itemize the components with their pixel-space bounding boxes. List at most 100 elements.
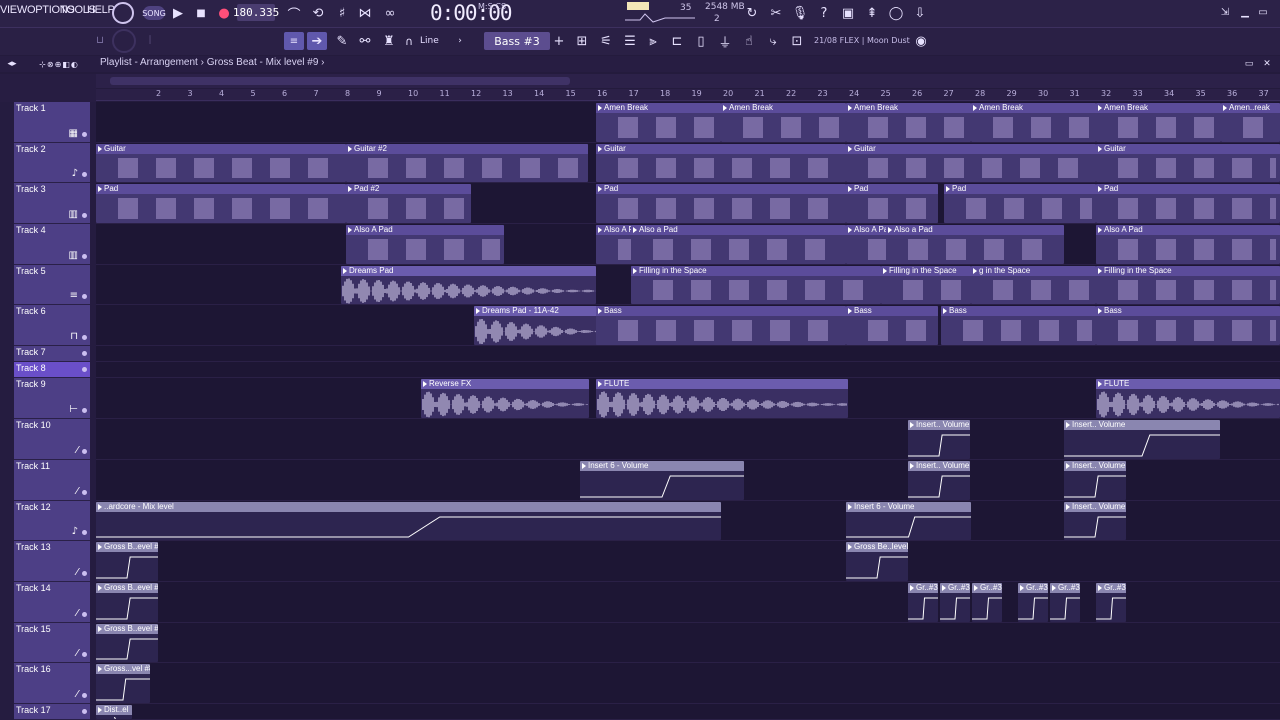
pattern-clip[interactable]: Also a Pad bbox=[631, 225, 846, 264]
automation-clip[interactable]: Gross...vel #8 bbox=[96, 664, 150, 703]
pattern-clip[interactable]: Pad bbox=[846, 184, 938, 223]
track-lane[interactable] bbox=[96, 663, 1280, 704]
track-mute-dot[interactable] bbox=[82, 367, 87, 372]
audio-clip[interactable]: FLUTE bbox=[596, 379, 848, 418]
automation-clip[interactable]: Gr..#3 bbox=[1096, 583, 1126, 622]
track-header[interactable]: Track 17 bbox=[14, 704, 90, 720]
pattern-clip[interactable]: Filling in the Space bbox=[1096, 266, 1280, 304]
window-arrows-icon[interactable]: ◂▸ bbox=[2, 57, 22, 71]
track-header[interactable]: Track 12 ♪ bbox=[14, 501, 90, 541]
track-header[interactable]: Track 13 ⁄ bbox=[14, 541, 90, 582]
pattern-clip[interactable]: Amen Break bbox=[721, 103, 846, 142]
audio-clip[interactable]: FLUTE bbox=[1096, 379, 1280, 418]
audio-clip[interactable]: Dreams Pad bbox=[341, 266, 596, 304]
pattern-clip[interactable]: Guitar bbox=[96, 144, 346, 182]
download-icon[interactable]: ⇩ bbox=[911, 3, 929, 23]
track-header[interactable]: Track 14 ⁄ bbox=[14, 582, 90, 623]
plugin-picker-icon[interactable]: ⏚ bbox=[716, 32, 734, 51]
audio-clip[interactable]: Reverse FX bbox=[421, 379, 589, 418]
track-lane[interactable] bbox=[96, 362, 1280, 378]
playlist-icon[interactable]: ☰ bbox=[621, 32, 639, 50]
automation-clip[interactable]: Gr..#3 bbox=[908, 583, 938, 622]
help-icon[interactable]: ? bbox=[815, 3, 833, 23]
snap-arrow-icon[interactable]: › bbox=[455, 34, 465, 48]
pattern-song-toggle[interactable]: SONG bbox=[142, 6, 166, 20]
automation-clip[interactable]: Gross B..evel #2 bbox=[96, 542, 158, 581]
automation-clip[interactable]: Insert 6 - Volume bbox=[846, 502, 971, 540]
record-icon[interactable]: ● bbox=[216, 4, 232, 22]
track-header[interactable]: Track 10 ⁄ bbox=[14, 419, 90, 460]
track-mute-dot[interactable] bbox=[82, 213, 87, 218]
pattern-clip[interactable]: Amen Break bbox=[596, 103, 721, 142]
add-channel-icon[interactable]: + bbox=[553, 32, 565, 50]
pattern-clip[interactable]: Amen Break bbox=[1096, 103, 1221, 142]
track-mute-dot[interactable] bbox=[82, 612, 87, 617]
automation-clip[interactable]: Insert.. Volume bbox=[1064, 420, 1220, 459]
pattern-clip[interactable]: Guitar bbox=[1096, 144, 1280, 182]
dim-toggle-icon[interactable]: ⊔ bbox=[94, 33, 106, 47]
pattern-clip[interactable]: Amen Break bbox=[971, 103, 1096, 142]
track-mute-dot[interactable] bbox=[82, 709, 87, 714]
track-lane[interactable] bbox=[96, 346, 1280, 362]
pattern-clip[interactable]: Guitar bbox=[596, 144, 846, 182]
channel-rack-icon[interactable]: ⊞ bbox=[573, 32, 591, 50]
minimize-icon[interactable]: ▁ bbox=[1238, 4, 1252, 20]
pitch-icon[interactable]: ᛁ bbox=[145, 33, 155, 47]
menu-help[interactable]: HELP bbox=[87, 4, 115, 16]
cut-icon[interactable]: ✂ bbox=[767, 3, 785, 23]
pattern-clip[interactable]: Guitar #2 bbox=[346, 144, 588, 182]
learn-icon[interactable]: ⤷ bbox=[764, 32, 782, 50]
automation-clip[interactable]: Insert 6 - Volume bbox=[580, 461, 744, 500]
mic-icon[interactable]: 🎙 bbox=[791, 3, 809, 23]
pattern-clip[interactable]: Also a Pad bbox=[886, 225, 1064, 264]
track-mute-dot[interactable] bbox=[82, 294, 87, 299]
pattern-clip[interactable]: Pad bbox=[596, 184, 846, 223]
undo-icon[interactable]: ↻ bbox=[743, 3, 761, 23]
pattern-clip[interactable]: Filling in the Space bbox=[631, 266, 881, 304]
shop-icon[interactable]: ⊡ bbox=[788, 32, 806, 50]
link-icon[interactable]: ⚯ bbox=[356, 32, 374, 50]
blend-notes-icon[interactable]: ⋈ bbox=[356, 4, 374, 22]
track-mute-dot[interactable] bbox=[82, 652, 87, 657]
countdown-icon[interactable]: ♯ bbox=[333, 4, 351, 22]
pattern-clip[interactable]: Bass bbox=[846, 306, 938, 345]
browser-icon[interactable]: ⊏ bbox=[668, 32, 686, 50]
track-header[interactable]: Track 9 ⊢ bbox=[14, 378, 90, 419]
chat-icon[interactable]: ◯ bbox=[887, 3, 905, 23]
track-mute-dot[interactable] bbox=[82, 693, 87, 698]
window-min-icon[interactable]: ▭ bbox=[1242, 57, 1256, 71]
pattern-clip[interactable]: Bass bbox=[596, 306, 846, 345]
mixer-icon[interactable]: ⫸ bbox=[644, 32, 662, 50]
track-mute-dot[interactable] bbox=[82, 408, 87, 413]
touch-icon[interactable]: ☝ bbox=[740, 32, 758, 50]
tempo-display[interactable]: 180.335 bbox=[233, 4, 279, 21]
track-header[interactable]: Track 11 ⁄ bbox=[14, 460, 90, 501]
magnet-icon[interactable]: ∩ bbox=[403, 32, 415, 50]
horizontal-scrollbar[interactable] bbox=[96, 74, 1280, 88]
track-mute-dot[interactable] bbox=[82, 490, 87, 495]
track-header[interactable]: Track 16 ⁄ bbox=[14, 663, 90, 704]
piano-roll-icon[interactable]: ⚟ bbox=[597, 32, 615, 50]
draw-tool-icon[interactable]: ✎ bbox=[333, 32, 351, 50]
automation-clip[interactable]: Gr..#3 bbox=[1018, 583, 1048, 622]
track-mute-dot[interactable] bbox=[82, 254, 87, 259]
track-header[interactable]: Track 2 ♪ bbox=[14, 143, 90, 183]
track-mute-dot[interactable] bbox=[82, 571, 87, 576]
track-header[interactable]: Track 7 bbox=[14, 346, 90, 362]
file-icon[interactable]: ▯ bbox=[692, 32, 710, 50]
window-shrink-icon[interactable]: ⇲ bbox=[1218, 4, 1232, 20]
playlist-grid[interactable]: Amen Break Amen Break Amen Break Amen Break… bbox=[96, 102, 1280, 720]
track-header[interactable]: Track 5 ≡ bbox=[14, 265, 90, 305]
timeline-ruler[interactable]: 2 3 4 5 6 7 8 9 10 11 12 13 14 15 16 17 18 19 20 21 22 23 24 25… bbox=[96, 89, 1280, 101]
track-lane[interactable] bbox=[96, 541, 1280, 582]
loop-record-icon[interactable]: ∞ bbox=[380, 4, 400, 22]
stamp-icon[interactable]: ♜ bbox=[380, 32, 398, 50]
track-mute-dot[interactable] bbox=[82, 335, 87, 340]
pattern-clip[interactable]: Amen Break bbox=[846, 103, 971, 142]
save-icon[interactable]: ▣ bbox=[839, 3, 857, 23]
pattern-clip[interactable]: Pad #2 bbox=[346, 184, 471, 223]
track-header[interactable]: Track 8 bbox=[14, 362, 90, 378]
wait-input-icon[interactable]: ⟲ bbox=[308, 4, 328, 22]
pattern-clip[interactable]: Pad bbox=[944, 184, 1096, 223]
track-mute-dot[interactable] bbox=[82, 351, 87, 356]
